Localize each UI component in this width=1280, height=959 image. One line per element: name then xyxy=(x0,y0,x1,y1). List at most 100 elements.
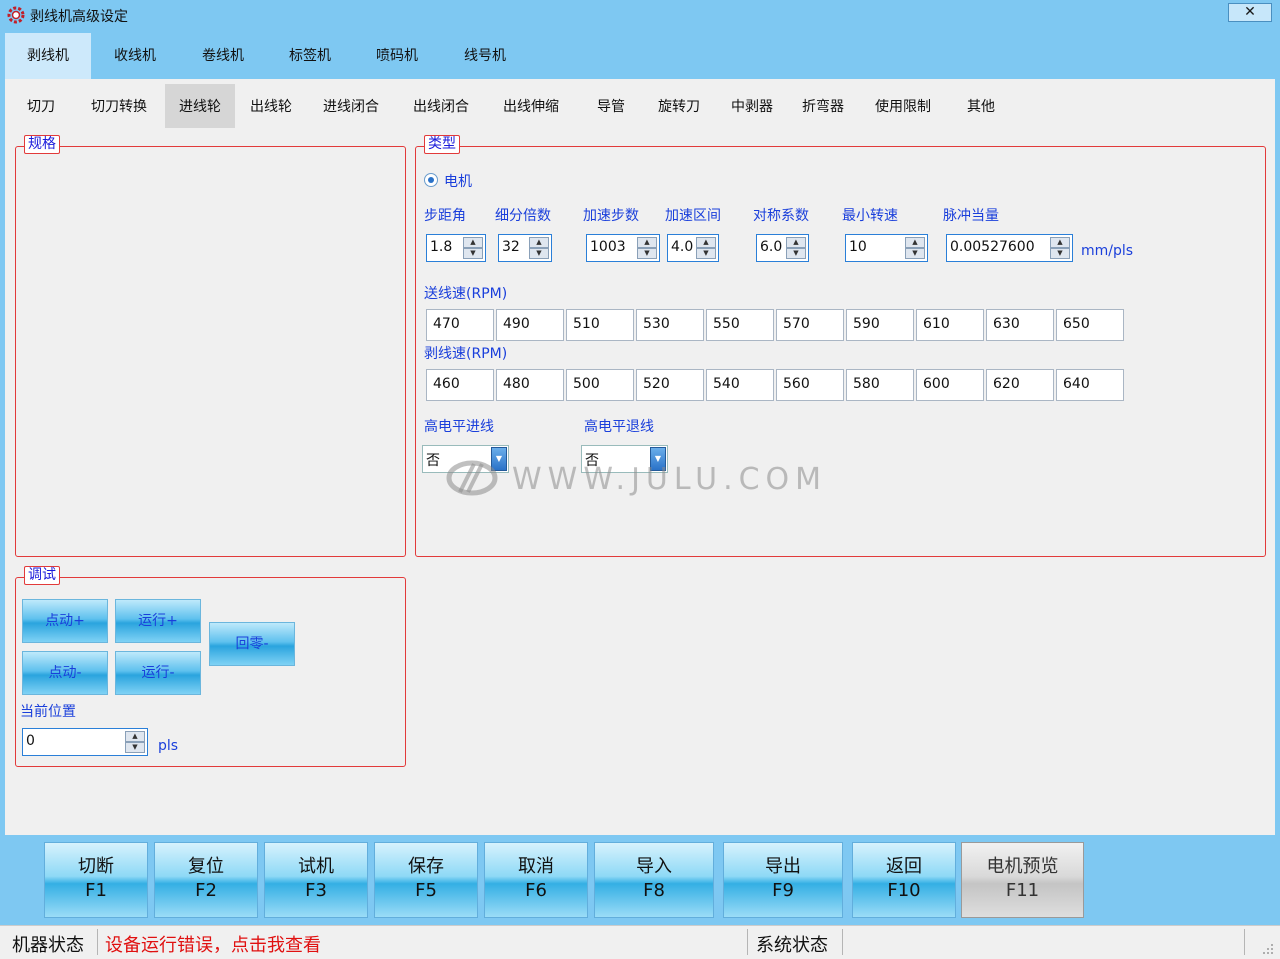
strip-speed-cell[interactable]: 560 xyxy=(776,369,844,401)
spin-arrows[interactable]: ▲ ▼ xyxy=(696,237,716,259)
spin-arrows[interactable]: ▲ ▼ xyxy=(905,237,925,259)
tab-wire-winder[interactable]: 卷线机 xyxy=(179,33,267,79)
subtab-mid-stripper[interactable]: 中剥器 xyxy=(723,84,781,128)
spin-up-icon[interactable]: ▲ xyxy=(1050,237,1070,248)
accel-steps-input[interactable]: 1003 ▲ ▼ xyxy=(586,234,660,262)
button-key: F10 xyxy=(887,880,921,901)
save-button[interactable]: 保存 F5 xyxy=(374,842,478,918)
tab-inkjet[interactable]: 喷码机 xyxy=(353,33,441,79)
tab-wire-marker[interactable]: 线号机 xyxy=(441,33,529,79)
machine-status-message[interactable]: 设备运行错误，点击我查看 xyxy=(105,931,321,957)
spin-arrows[interactable]: ▲ ▼ xyxy=(529,237,549,259)
spin-up-icon[interactable]: ▲ xyxy=(637,237,657,248)
close-button[interactable]: ✕ xyxy=(1228,3,1272,22)
jog-minus-button[interactable]: 点动- xyxy=(22,651,108,695)
feed-speed-cell[interactable]: 630 xyxy=(986,309,1054,341)
spin-down-icon[interactable]: ▼ xyxy=(696,248,716,259)
reset-button[interactable]: 复位 F2 xyxy=(154,842,258,918)
strip-speed-cell[interactable]: 500 xyxy=(566,369,634,401)
subtab-other[interactable]: 其他 xyxy=(957,84,1005,128)
run-plus-button[interactable]: 运行+ xyxy=(115,599,201,643)
import-button[interactable]: 导入 F8 xyxy=(594,842,714,918)
spin-down-icon[interactable]: ▼ xyxy=(905,248,925,259)
spin-down-icon[interactable]: ▼ xyxy=(1050,248,1070,259)
back-button[interactable]: 返回 F10 xyxy=(852,842,956,918)
feed-speed-cell[interactable]: 590 xyxy=(846,309,914,341)
subtab-cutter[interactable]: 切刀 xyxy=(15,84,67,128)
subtab-feed-wheel[interactable]: 进线轮 xyxy=(165,84,235,128)
button-key: F9 xyxy=(772,880,794,901)
spin-up-icon[interactable]: ▲ xyxy=(125,731,145,742)
motor-radio[interactable] xyxy=(424,173,438,187)
feed-speed-value: 550 xyxy=(713,316,740,332)
strip-speed-cell[interactable]: 620 xyxy=(986,369,1054,401)
top-tab-bar: 剥线机 收线机 卷线机 标签机 喷码机 线号机 xyxy=(5,33,1275,79)
subtab-conduit[interactable]: 导管 xyxy=(589,84,633,128)
step-angle-input[interactable]: 1.8 ▲ ▼ xyxy=(426,234,486,262)
feed-speed-value: 570 xyxy=(783,316,810,332)
feed-speed-cell[interactable]: 510 xyxy=(566,309,634,341)
strip-speed-cell[interactable]: 540 xyxy=(706,369,774,401)
jog-plus-button[interactable]: 点动+ xyxy=(22,599,108,643)
spin-down-icon[interactable]: ▼ xyxy=(786,248,806,259)
feed-speed-cell[interactable]: 570 xyxy=(776,309,844,341)
spin-arrows[interactable]: ▲ ▼ xyxy=(1050,237,1070,259)
strip-speed-cell[interactable]: 460 xyxy=(426,369,494,401)
feed-speed-cell[interactable]: 550 xyxy=(706,309,774,341)
test-button[interactable]: 试机 F3 xyxy=(264,842,368,918)
spin-down-icon[interactable]: ▼ xyxy=(529,248,549,259)
subtab-out-extend[interactable]: 出线伸缩 xyxy=(493,84,569,128)
strip-speed-cell[interactable]: 600 xyxy=(916,369,984,401)
spin-up-icon[interactable]: ▲ xyxy=(905,237,925,248)
spin-down-icon[interactable]: ▼ xyxy=(637,248,657,259)
spin-arrows[interactable]: ▲ ▼ xyxy=(786,237,806,259)
feed-speed-cell[interactable]: 610 xyxy=(916,309,984,341)
motor-preview-button[interactable]: 电机预览 F11 xyxy=(961,842,1084,918)
run-minus-button[interactable]: 运行- xyxy=(115,651,201,695)
cut-button[interactable]: 切断 F1 xyxy=(44,842,148,918)
microstep-value: 32 xyxy=(502,239,520,255)
export-button[interactable]: 导出 F9 xyxy=(723,842,843,918)
subtab-usage-limit[interactable]: 使用限制 xyxy=(865,84,941,128)
feed-speed-cell[interactable]: 470 xyxy=(426,309,494,341)
strip-speed-cell[interactable]: 520 xyxy=(636,369,704,401)
symmetry-input[interactable]: 6.0 ▲ ▼ xyxy=(756,234,809,262)
resize-grip-icon[interactable] xyxy=(1262,943,1274,955)
subtab-feed-close[interactable]: 进线闭合 xyxy=(313,84,389,128)
cancel-button[interactable]: 取消 F6 xyxy=(484,842,588,918)
subtab-out-wheel[interactable]: 出线轮 xyxy=(241,84,301,128)
position-input[interactable]: 0 ▲ ▼ xyxy=(22,728,148,756)
spin-down-icon[interactable]: ▼ xyxy=(463,248,483,259)
accel-range-input[interactable]: 4.0 ▲ ▼ xyxy=(667,234,719,262)
tab-wire-collector[interactable]: 收线机 xyxy=(91,33,179,79)
strip-speed-cell[interactable]: 640 xyxy=(1056,369,1124,401)
tab-label-machine[interactable]: 标签机 xyxy=(267,33,353,79)
subtab-out-close[interactable]: 出线闭合 xyxy=(403,84,479,128)
tab-stripper[interactable]: 剥线机 xyxy=(5,33,91,79)
param-label-symmetry: 对称系数 xyxy=(753,208,809,224)
feed-speed-cell[interactable]: 490 xyxy=(496,309,564,341)
strip-speed-cell[interactable]: 580 xyxy=(846,369,914,401)
status-separator xyxy=(1244,929,1245,955)
subtab-bender[interactable]: 折弯器 xyxy=(795,84,851,128)
title-bar: 剥线机高级设定 ✕ xyxy=(0,0,1280,30)
spin-arrows[interactable]: ▲ ▼ xyxy=(637,237,657,259)
feed-speed-value: 490 xyxy=(503,316,530,332)
spin-up-icon[interactable]: ▲ xyxy=(696,237,716,248)
spin-arrows[interactable]: ▲ ▼ xyxy=(125,731,145,753)
spin-up-icon[interactable]: ▲ xyxy=(786,237,806,248)
subtab-cutter-switch[interactable]: 切刀转换 xyxy=(81,84,157,128)
pulse-equiv-input[interactable]: 0.00527600 ▲ ▼ xyxy=(946,234,1073,262)
spin-down-icon[interactable]: ▼ xyxy=(125,742,145,753)
strip-speed-cell[interactable]: 480 xyxy=(496,369,564,401)
spin-up-icon[interactable]: ▲ xyxy=(463,237,483,248)
main-panel: 切刀 切刀转换 进线轮 出线轮 进线闭合 出线闭合 出线伸缩 导管 旋转刀 中剥… xyxy=(5,79,1275,835)
min-speed-input[interactable]: 10 ▲ ▼ xyxy=(845,234,928,262)
spin-arrows[interactable]: ▲ ▼ xyxy=(463,237,483,259)
microstep-input[interactable]: 32 ▲ ▼ xyxy=(498,234,552,262)
feed-speed-cell[interactable]: 530 xyxy=(636,309,704,341)
home-minus-button[interactable]: 回零- xyxy=(209,622,295,666)
feed-speed-cell[interactable]: 650 xyxy=(1056,309,1124,341)
subtab-rotary-knife[interactable]: 旋转刀 xyxy=(651,84,707,128)
spin-up-icon[interactable]: ▲ xyxy=(529,237,549,248)
